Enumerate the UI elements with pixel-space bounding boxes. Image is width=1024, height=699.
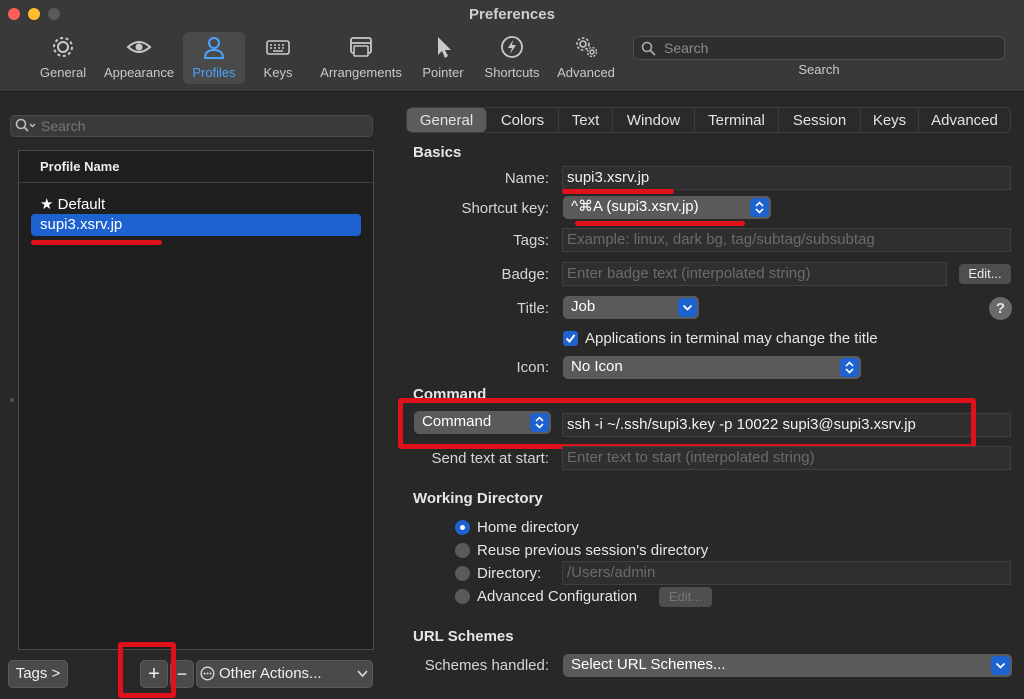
highlight-command-box [398, 398, 976, 449]
name-field[interactable]: supi3.xsrv.jp [562, 166, 1011, 190]
updown-chevron-icon [750, 198, 769, 217]
directory-radio[interactable] [455, 566, 470, 581]
pointer-icon [438, 37, 451, 58]
gear-icon [53, 37, 73, 57]
tags-label: Tags: [513, 232, 549, 249]
other-actions-label: Other Actions... [219, 665, 322, 682]
home-directory-radio[interactable] [455, 520, 470, 535]
tab-text[interactable]: Text [559, 108, 613, 132]
toolbar-advanced[interactable]: Advanced [552, 32, 620, 84]
toolbar-pointer[interactable]: Pointer [416, 32, 470, 84]
highlight-underline [31, 240, 162, 245]
schemes-handled-label: Schemes handled: [424, 657, 549, 674]
chevron-down-icon [991, 656, 1010, 675]
icon-popup[interactable]: No Icon [563, 356, 861, 379]
url-schemes-popup[interactable]: Select URL Schemes... [563, 654, 1012, 677]
toolbar-label: Advanced [557, 65, 615, 80]
title-label: Title: [517, 300, 549, 317]
send-text-label: Send text at start: [431, 450, 549, 467]
other-actions-menu[interactable]: Other Actions... [196, 660, 373, 688]
highlight-add-box [118, 642, 176, 698]
highlight-underline [575, 221, 745, 226]
eye-icon [126, 41, 152, 53]
directory-field[interactable]: /Users/admin [562, 561, 1011, 585]
column-header[interactable]: Profile Name [19, 151, 373, 183]
window-icon [350, 37, 372, 57]
updown-chevron-icon [840, 358, 859, 377]
profile-tabs: General Colors Text Window Terminal Sess… [406, 107, 1011, 133]
toolbar-appearance[interactable]: Appearance [100, 32, 178, 84]
tab-keys[interactable]: Keys [861, 108, 919, 132]
window-title: Preferences [469, 6, 555, 23]
send-text-field[interactable]: Enter text to start (interpolated string… [562, 446, 1011, 470]
person-icon [203, 37, 225, 59]
reuse-directory-radio[interactable] [455, 543, 470, 558]
toolbar-arrangements[interactable]: Arrangements [314, 32, 408, 84]
tab-terminal[interactable]: Terminal [695, 108, 779, 132]
toolbar-label: Shortcuts [484, 65, 540, 80]
profile-list: Profile Name ★ Default supi3.xsrv.jp [18, 150, 374, 650]
advanced-config-edit-button[interactable]: Edit... [659, 587, 712, 607]
highlight-underline [562, 189, 674, 194]
advanced-config-radio[interactable] [455, 589, 470, 604]
bolt-icon [501, 36, 523, 58]
ellipsis-circle-icon [200, 666, 215, 681]
toolbar-general[interactable]: General [34, 32, 92, 84]
shortcut-label: Shortcut key: [461, 200, 549, 217]
tab-colors[interactable]: Colors [487, 108, 559, 132]
search-icon [15, 118, 36, 132]
tags-button[interactable]: Tags > [8, 660, 68, 688]
home-directory-label: Home directory [477, 519, 579, 536]
toolbar-label: Pointer [422, 65, 464, 80]
tab-session[interactable]: Session [779, 108, 861, 132]
badge-label: Badge: [501, 266, 549, 283]
apps-change-title-label: Applications in terminal may change the … [585, 330, 878, 347]
shortcut-value: ^⌘A (supi3.xsrv.jp) [571, 198, 699, 215]
split-handle[interactable] [10, 398, 14, 402]
working-directory-heading: Working Directory [413, 490, 543, 507]
keyboard-icon [266, 40, 290, 55]
profile-default[interactable]: ★ Default [40, 195, 105, 213]
tab-advanced[interactable]: Advanced [919, 108, 1010, 132]
toolbar-label: Appearance [103, 65, 175, 80]
chevron-down-icon [678, 298, 697, 317]
url-schemes-value: Select URL Schemes... [571, 656, 726, 673]
toolbar-label: Keys [263, 65, 293, 80]
apps-change-title-checkbox[interactable] [563, 331, 578, 346]
preferences-search-input[interactable]: Search [633, 36, 1005, 60]
basics-heading: Basics [413, 144, 462, 161]
profile-selected[interactable]: supi3.xsrv.jp [31, 214, 361, 236]
icon-label: Icon: [516, 359, 549, 376]
reuse-directory-label: Reuse previous session's directory [477, 542, 709, 559]
search-icon [641, 41, 656, 56]
profile-search-input[interactable]: Search [10, 115, 373, 137]
url-schemes-heading: URL Schemes [413, 628, 514, 645]
title-value: Job [571, 298, 596, 315]
toolbar-profiles[interactable]: Profiles [183, 32, 245, 84]
toolbar-shortcuts[interactable]: Shortcuts [478, 32, 546, 84]
help-button[interactable]: ? [989, 297, 1012, 320]
toolbar-keys[interactable]: Keys [252, 32, 304, 84]
toolbar-label: Arrangements [320, 65, 402, 80]
badge-edit-button[interactable]: Edit... [959, 264, 1011, 284]
directory-label: Directory: [477, 565, 542, 582]
search-label: Search [798, 62, 840, 77]
name-label: Name: [504, 170, 549, 187]
icon-value: No Icon [571, 358, 623, 375]
badge-field[interactable]: Enter badge text (interpolated string) [562, 262, 947, 286]
toolbar-label: General [39, 65, 87, 80]
shortcut-popup[interactable]: ^⌘A (supi3.xsrv.jp) [563, 196, 771, 219]
advanced-config-label: Advanced Configuration [477, 588, 638, 605]
gears-icon [576, 37, 598, 58]
tab-general[interactable]: General [407, 108, 487, 132]
title-popup[interactable]: Job [563, 296, 699, 319]
tab-window[interactable]: Window [613, 108, 695, 132]
toolbar-label: Profiles [192, 65, 236, 80]
tags-field[interactable]: Example: linux, dark bg, tag/subtag/subs… [562, 228, 1011, 252]
